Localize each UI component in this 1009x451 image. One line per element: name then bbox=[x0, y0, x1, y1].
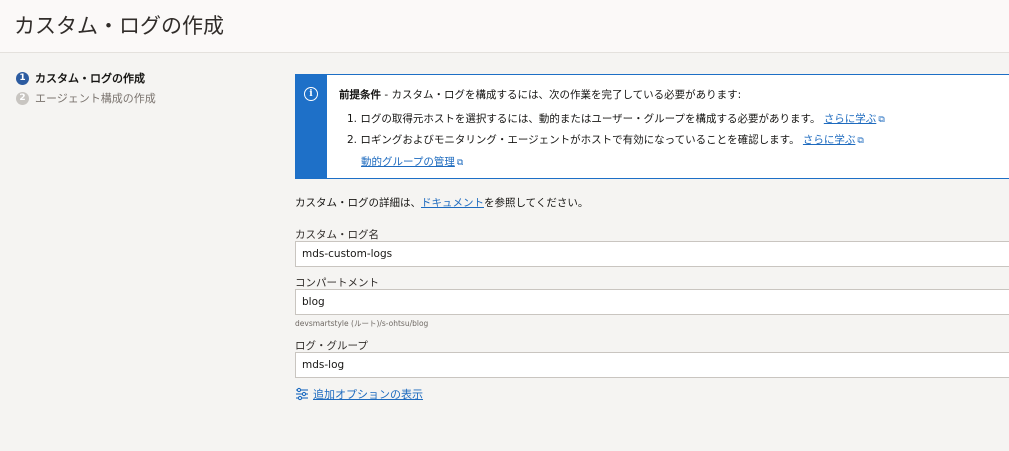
prerequisite-info-box: i 前提条件 - カスタム・ログを構成するには、次の作業を完了している必要があり… bbox=[295, 74, 1009, 179]
sliders-icon bbox=[296, 387, 308, 401]
prerequisite-title: 前提条件 bbox=[339, 89, 381, 101]
log-group-select[interactable]: mds-log bbox=[295, 352, 1009, 378]
external-link-icon: ⧉ bbox=[456, 158, 464, 168]
step-create-agent-config[interactable]: 2 エージェント構成の作成 bbox=[16, 88, 156, 108]
documentation-prefix: カスタム・ログの詳細は、 bbox=[295, 197, 421, 209]
compartment-path-hint: devsmartstyle (ルート)/s-ohtsu/blog bbox=[295, 319, 429, 328]
documentation-note: カスタム・ログの詳細は、ドキュメントを参照してください。 bbox=[295, 195, 588, 210]
list-item: 1. ログの取得元ホストを選択するには、動的またはユーザー・グループを構成する必… bbox=[339, 109, 885, 130]
step-create-custom-log[interactable]: 1 カスタム・ログの作成 bbox=[16, 68, 156, 88]
learn-more-link[interactable]: さらに学ぶ bbox=[803, 134, 856, 146]
step-number-2: 2 bbox=[16, 91, 29, 105]
wizard-steps: 1 カスタム・ログの作成 2 エージェント構成の作成 bbox=[16, 68, 156, 108]
info-stripe: i bbox=[296, 75, 327, 178]
prerequisite-description: - カスタム・ログを構成するには、次の作業を完了している必要があります: bbox=[381, 89, 742, 101]
custom-log-name-label: カスタム・ログ名 bbox=[295, 229, 379, 241]
step-label: カスタム・ログの作成 bbox=[35, 72, 145, 85]
page-header: カスタム・ログの作成 bbox=[0, 0, 1009, 53]
info-icon: i bbox=[304, 87, 318, 101]
page-title: カスタム・ログの作成 bbox=[14, 14, 224, 38]
prerequisite-text: 前提条件 - カスタム・ログを構成するには、次の作業を完了している必要があります… bbox=[339, 87, 885, 102]
external-link-icon: ⧉ bbox=[878, 115, 885, 125]
dynamic-group-management-link[interactable]: 動的グループの管理 bbox=[361, 151, 455, 173]
external-link-icon: ⧉ bbox=[857, 136, 864, 146]
list-item: 2. ロギングおよびモニタリング・エージェントがホストで有効になっていることを確… bbox=[339, 130, 885, 151]
learn-more-link[interactable]: さらに学ぶ bbox=[824, 113, 877, 125]
compartment-select[interactable]: blog bbox=[295, 289, 1009, 315]
compartment-label: コンパートメント bbox=[295, 277, 379, 289]
step-label: エージェント構成の作成 bbox=[35, 92, 156, 105]
list-item-text: 2. ロギングおよびモニタリング・エージェントがホストで有効になっていることを確… bbox=[347, 134, 800, 146]
documentation-suffix: を参照してください。 bbox=[484, 197, 589, 209]
step-number-1: 1 bbox=[16, 71, 29, 85]
log-group-label: ログ・グループ bbox=[295, 340, 368, 352]
prerequisite-list: 1. ログの取得元ホストを選択するには、動的またはユーザー・グループを構成する必… bbox=[339, 109, 885, 151]
documentation-link[interactable]: ドキュメント bbox=[421, 197, 484, 209]
custom-log-name-input[interactable]: mds-custom-logs bbox=[295, 241, 1009, 267]
show-additional-options[interactable]: 追加オプションの表示 bbox=[295, 386, 423, 402]
show-additional-options-link[interactable]: 追加オプションの表示 bbox=[313, 386, 423, 402]
list-item-text: 1. ログの取得元ホストを選択するには、動的またはユーザー・グループを構成する必… bbox=[347, 113, 821, 125]
